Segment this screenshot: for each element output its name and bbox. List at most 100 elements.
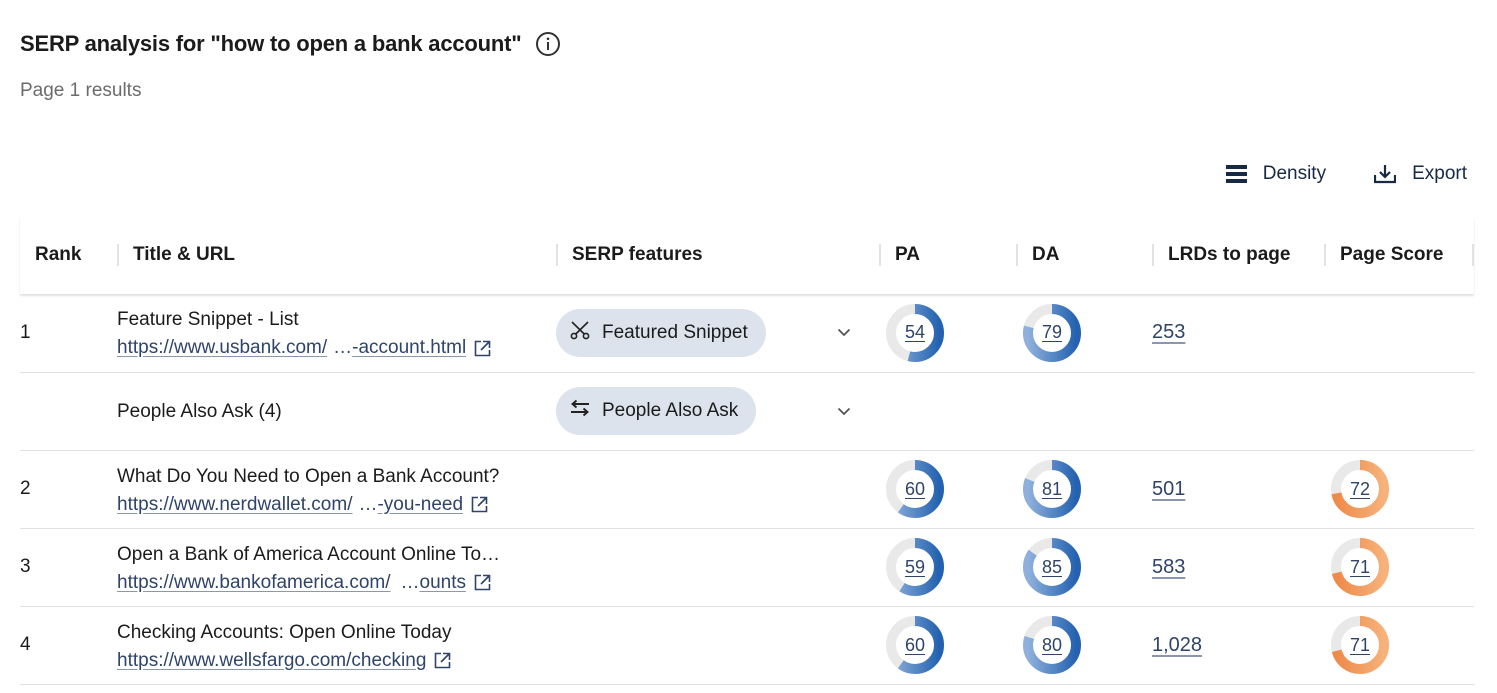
url-ellipsis: …: [400, 571, 420, 593]
lrds-link[interactable]: 501: [1152, 478, 1185, 500]
title-url-cell: Checking Accounts: Open Online Today htt…: [117, 606, 556, 685]
title-url-cell: Open a Bank of America Account Online To…: [117, 528, 556, 607]
da-cell: 81: [1016, 450, 1152, 529]
pa-cell: 59: [879, 528, 1016, 607]
serp-features-cell: [556, 528, 879, 607]
rank-cell: 2: [20, 450, 117, 529]
result-url-host[interactable]: https://www.nerdwallet.com/: [117, 492, 352, 518]
column-header-rank[interactable]: Rank: [20, 216, 117, 294]
column-separator[interactable]: [1324, 244, 1326, 266]
lrds-link[interactable]: 1,028: [1152, 634, 1202, 656]
table-row: 1 Feature Snippet - List https://www.usb…: [20, 294, 1474, 373]
page-score-donut: 71: [1330, 615, 1390, 675]
gauge-value-link[interactable]: 60: [885, 615, 945, 675]
result-url-host[interactable]: https://www.usbank.com/: [117, 335, 327, 361]
result-title: People Also Ask (4): [117, 400, 282, 422]
result-url-tail[interactable]: ounts: [420, 570, 466, 596]
featured-snippet-chip[interactable]: Featured Snippet: [556, 308, 766, 357]
table-row: 4 Checking Accounts: Open Online Today h…: [20, 606, 1474, 685]
result-title: What Do You Need to Open a Bank Account?: [117, 465, 500, 487]
lrds-cell: 253: [1152, 294, 1324, 373]
pa-donut: 59: [885, 537, 945, 597]
rank-cell: [20, 372, 117, 451]
column-header-page-score[interactable]: Page Score: [1324, 216, 1474, 294]
people-also-ask-chip[interactable]: People Also Ask: [556, 387, 757, 435]
column-separator[interactable]: [1152, 244, 1154, 266]
result-url-tail[interactable]: -you-need: [377, 492, 463, 518]
lrds-cell: 501: [1152, 450, 1324, 529]
page-score-cell: 71: [1324, 606, 1474, 685]
result-url-host[interactable]: https://www.wellsfargo.com/checking: [117, 648, 426, 674]
serp-features-cell: People Also Ask: [556, 372, 879, 451]
pa-cell: 60: [879, 450, 1016, 529]
result-title: Feature Snippet - List: [117, 309, 299, 331]
gauge-value-link[interactable]: 59: [885, 537, 945, 597]
pa-donut: 54: [885, 303, 945, 363]
export-button[interactable]: Export: [1374, 163, 1467, 185]
da-cell: 85: [1016, 528, 1152, 607]
column-separator[interactable]: [879, 244, 881, 266]
lrds-link[interactable]: 253: [1152, 321, 1185, 343]
page-score-cell: 72: [1324, 450, 1474, 529]
gauge-value-link[interactable]: 85: [1022, 537, 1082, 597]
gauge-value-link[interactable]: 72: [1330, 459, 1390, 519]
external-link-icon[interactable]: [471, 496, 488, 513]
serp-features-cell: [556, 450, 879, 529]
gauge-value-link[interactable]: 71: [1330, 615, 1390, 675]
gauge-value-link[interactable]: 79: [1022, 303, 1082, 363]
result-title: Checking Accounts: Open Online Today: [117, 621, 452, 643]
column-header-lrds[interactable]: LRDs to page: [1152, 216, 1324, 294]
toolbar: Density Export: [1225, 163, 1467, 185]
serp-features-cell: [556, 606, 879, 685]
page-score-donut: 71: [1330, 537, 1390, 597]
info-circle-icon[interactable]: [535, 31, 561, 57]
column-separator[interactable]: [117, 244, 119, 266]
gauge-value-link[interactable]: 81: [1022, 459, 1082, 519]
result-title: Open a Bank of America Account Online To…: [117, 543, 501, 565]
swap-arrows-icon: [570, 399, 590, 423]
title-url-cell: What Do You Need to Open a Bank Account?…: [117, 450, 556, 529]
rank-cell: 3: [20, 528, 117, 607]
column-separator[interactable]: [556, 244, 558, 266]
rank-cell: 4: [20, 606, 117, 685]
page-title: SERP analysis for "how to open a bank ac…: [20, 31, 522, 56]
da-donut: 79: [1022, 303, 1082, 363]
gauge-value-link[interactable]: 54: [885, 303, 945, 363]
external-link-icon[interactable]: [434, 652, 451, 669]
da-donut: 85: [1022, 537, 1082, 597]
title-url-cell: People Also Ask (4): [117, 372, 556, 451]
expand-chevron-icon[interactable]: [837, 407, 851, 416]
density-label: Density: [1262, 163, 1327, 184]
result-url-tail[interactable]: -account.html: [352, 335, 466, 361]
column-header-da[interactable]: DA: [1016, 216, 1152, 294]
da-donut: 80: [1022, 615, 1082, 675]
gauge-value-link[interactable]: 60: [885, 459, 945, 519]
da-cell: 80: [1016, 606, 1152, 685]
gauge-value-link[interactable]: 71: [1330, 537, 1390, 597]
lrds-cell: 583: [1152, 528, 1324, 607]
lrds-cell: 1,028: [1152, 606, 1324, 685]
external-link-icon[interactable]: [474, 574, 491, 591]
page-subtitle: Page 1 results: [20, 80, 142, 101]
rank-cell: 1: [20, 294, 117, 373]
title-url-cell: Feature Snippet - List https://www.usban…: [117, 294, 556, 373]
da-donut: 81: [1022, 459, 1082, 519]
column-header-serp-features[interactable]: SERP features: [556, 216, 879, 294]
table-row: 3 Open a Bank of America Account Online …: [20, 528, 1474, 607]
density-lines-icon: [1225, 165, 1247, 183]
external-link-icon[interactable]: [474, 340, 491, 357]
density-button[interactable]: Density: [1225, 163, 1327, 185]
lrds-link[interactable]: 583: [1152, 556, 1185, 578]
pa-donut: 60: [885, 459, 945, 519]
column-header-title-url[interactable]: Title & URL: [117, 216, 556, 294]
result-url-host[interactable]: https://www.bankofamerica.com/: [117, 570, 391, 596]
scissors-icon: [570, 320, 590, 346]
table-header-row: Rank Title & URL SERP features PA DA LRD…: [20, 216, 1474, 294]
serp-features-cell: Featured Snippet: [556, 294, 879, 373]
gauge-value-link[interactable]: 80: [1022, 615, 1082, 675]
url-ellipsis: …: [358, 493, 378, 515]
column-separator[interactable]: [1016, 244, 1018, 266]
page-score-donut: 72: [1330, 459, 1390, 519]
expand-chevron-icon[interactable]: [837, 328, 851, 337]
column-header-pa[interactable]: PA: [879, 216, 1016, 294]
